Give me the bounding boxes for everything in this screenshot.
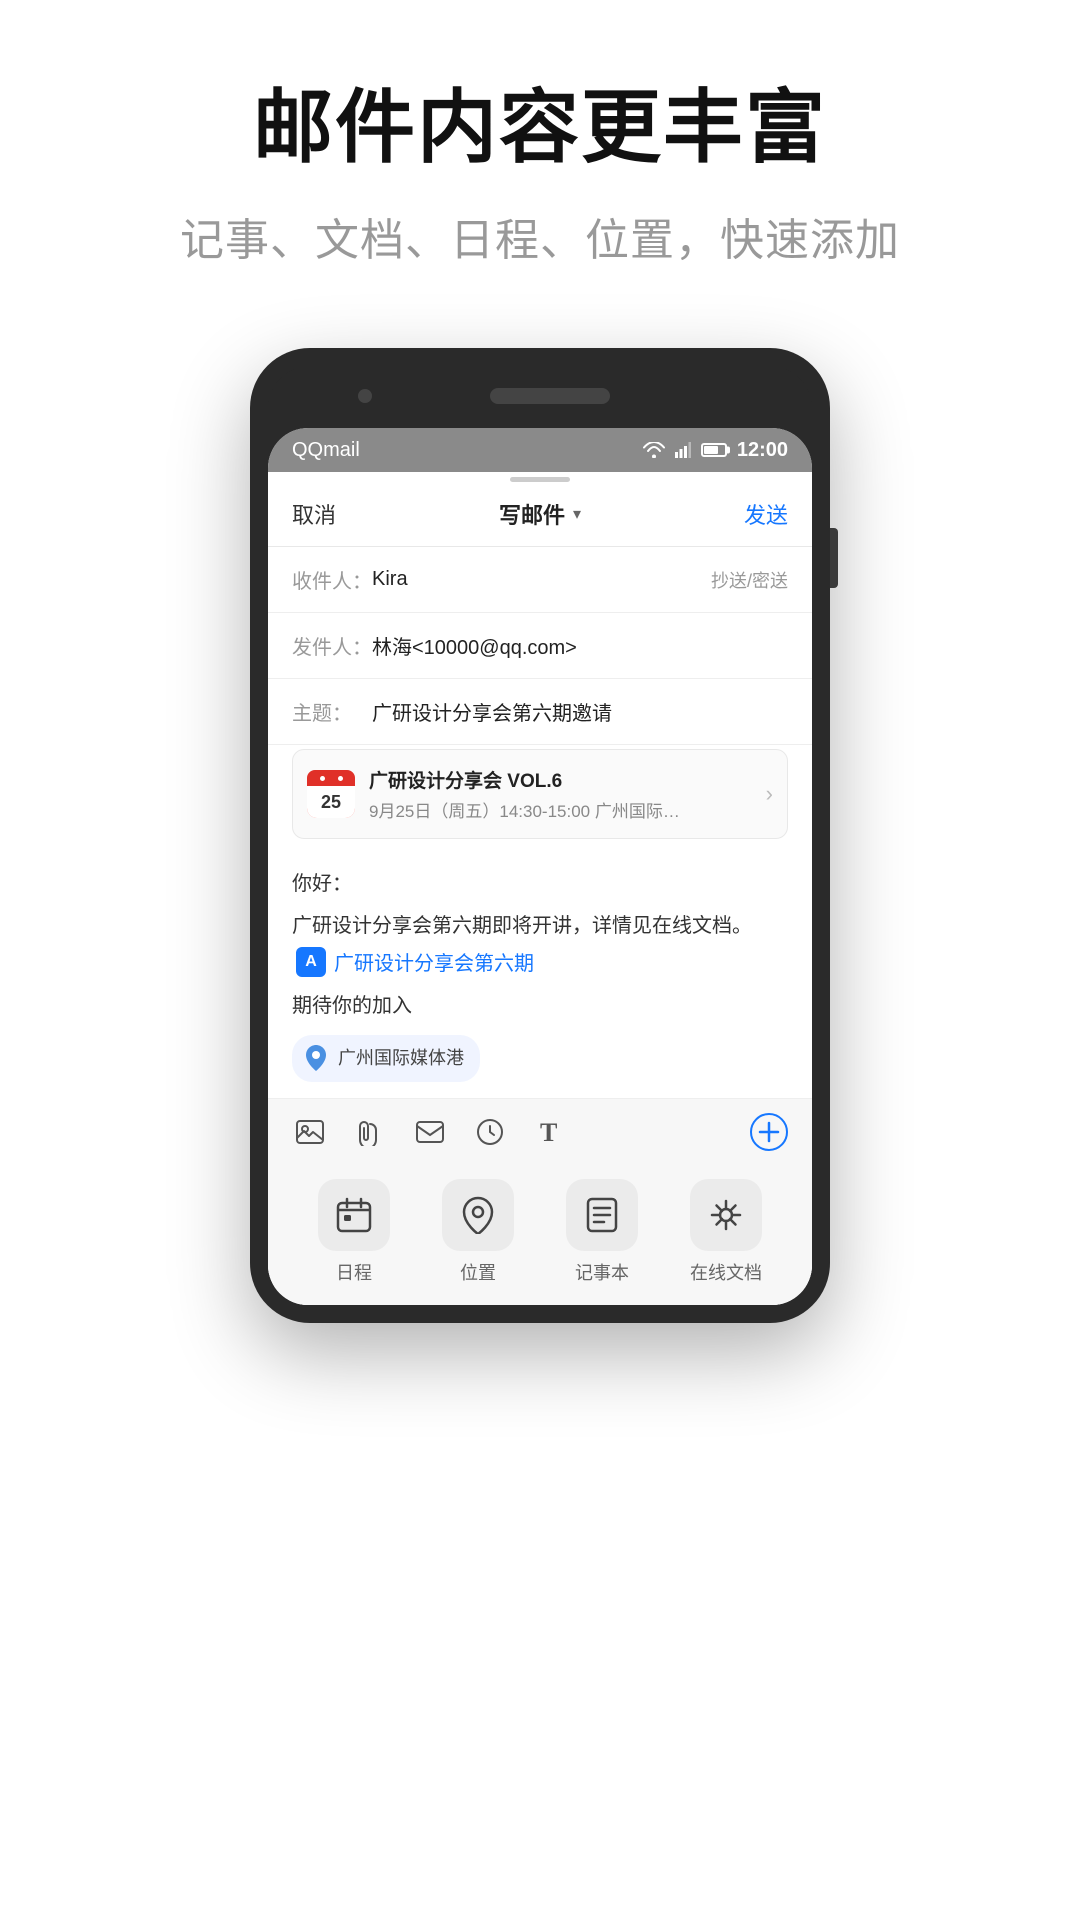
from-label: 发件人：: [292, 631, 372, 660]
shortcut-note-label: 记事本: [575, 1259, 629, 1285]
signal-icon: [675, 442, 691, 458]
toolbar-icons: T: [292, 1114, 568, 1150]
battery-icon: [701, 443, 727, 457]
body-expect: 期待你的加入: [292, 989, 788, 1023]
shortcut-doc-label: 在线文档: [690, 1259, 762, 1285]
phone-side-button: [830, 528, 838, 588]
subject-value[interactable]: 广研设计分享会第六期邀请: [372, 697, 788, 726]
shortcut-bar: 日程 位置: [268, 1165, 812, 1305]
location-pin-icon: [302, 1044, 330, 1072]
status-app-name: QQmail: [292, 439, 360, 462]
location-chip[interactable]: 广州国际媒体港: [292, 1035, 480, 1082]
shortcut-location-label: 位置: [460, 1259, 496, 1285]
dropdown-arrow-icon[interactable]: ▾: [573, 504, 581, 524]
body-text: 广研设计分享会第六期即将开讲，详情见在线文档。 A 广研设计分享会第六期: [292, 909, 788, 981]
cancel-button[interactable]: 取消: [292, 498, 336, 530]
calendar-title: 广研设计分享会 VOL.6: [369, 766, 766, 793]
shortcut-location-icon: [442, 1179, 514, 1251]
email-body[interactable]: 你好： 广研设计分享会第六期即将开讲，详情见在线文档。 A 广研设计分享会第六期…: [268, 851, 812, 1098]
calendar-icon: 25: [307, 770, 355, 818]
shortcut-calendar[interactable]: 日程: [318, 1179, 390, 1285]
wifi-icon: [643, 442, 665, 458]
compose-nav: 取消 写邮件 ▾ 发送: [268, 480, 812, 547]
bottom-toolbar: T: [268, 1098, 812, 1165]
page-title: 邮件内容更丰富: [0, 80, 1080, 176]
compose-title: 写邮件: [499, 498, 565, 530]
to-label: 收件人：: [292, 565, 372, 594]
email-compose: 取消 写邮件 ▾ 发送 收件人： Kira 抄送/密送 发件人： 林海<10: [268, 480, 812, 1305]
body-greeting: 你好：: [292, 867, 788, 901]
phone-camera: [358, 389, 372, 403]
compose-title-area: 写邮件 ▾: [499, 498, 581, 530]
subject-field: 主题： 广研设计分享会第六期邀请: [268, 679, 812, 745]
from-value[interactable]: 林海<10000@qq.com>: [372, 631, 788, 660]
clock-icon[interactable]: [472, 1114, 508, 1150]
status-time: 12:00: [737, 439, 788, 462]
page-subtitle: 记事、文档、日程、位置，快速添加: [0, 204, 1080, 268]
text-format-icon[interactable]: T: [532, 1114, 568, 1150]
phone-speaker: [490, 388, 610, 404]
subject-label: 主题：: [292, 697, 372, 726]
to-value[interactable]: Kira: [372, 568, 711, 591]
shortcut-note-icon: [566, 1179, 638, 1251]
add-icon[interactable]: [750, 1113, 788, 1151]
email-icon[interactable]: [412, 1114, 448, 1150]
from-field: 发件人： 林海<10000@qq.com>: [268, 613, 812, 679]
shortcut-doc-icon: [690, 1179, 762, 1251]
attachment-icon[interactable]: [352, 1114, 388, 1150]
page-header: 邮件内容更丰富 记事、文档、日程、位置，快速添加: [0, 0, 1080, 308]
pull-indicator: [268, 472, 812, 480]
status-bar: QQmail: [268, 428, 812, 472]
phone-top-bar: [268, 366, 812, 426]
calendar-date: 25: [321, 792, 341, 813]
status-bar-right: 12:00: [643, 439, 788, 462]
calendar-detail: 9月25日（周五）14:30-15:00 广州国际…: [369, 797, 766, 822]
calendar-info: 广研设计分享会 VOL.6 9月25日（周五）14:30-15:00 广州国际…: [369, 766, 766, 822]
calendar-attachment[interactable]: 25 广研设计分享会 VOL.6 9月25日（周五）14:30-15:00 广州…: [292, 749, 788, 839]
body-text1: 广研设计分享会第六期即将开讲，详情见在线文档。: [292, 909, 752, 943]
doc-link-text[interactable]: 广研设计分享会第六期: [334, 947, 534, 981]
location-chip-label: 广州国际媒体港: [338, 1043, 464, 1074]
to-field: 收件人： Kira 抄送/密送: [268, 547, 812, 613]
calendar-arrow-icon: ›: [766, 781, 773, 807]
cc-label[interactable]: 抄送/密送: [711, 567, 788, 593]
shortcut-doc[interactable]: 在线文档: [690, 1179, 762, 1285]
shortcut-location[interactable]: 位置: [442, 1179, 514, 1285]
shortcut-calendar-label: 日程: [336, 1259, 372, 1285]
phone-mockup: QQmail: [0, 348, 1080, 1323]
image-icon[interactable]: [292, 1114, 328, 1150]
svg-text:T: T: [540, 1119, 557, 1145]
phone-outer: QQmail: [250, 348, 830, 1323]
shortcut-note[interactable]: 记事本: [566, 1179, 638, 1285]
doc-link-icon: A: [296, 947, 326, 977]
doc-icon-letter: A: [305, 948, 317, 975]
shortcut-calendar-icon: [318, 1179, 390, 1251]
phone-screen: QQmail: [268, 428, 812, 1305]
send-button[interactable]: 发送: [744, 498, 788, 530]
